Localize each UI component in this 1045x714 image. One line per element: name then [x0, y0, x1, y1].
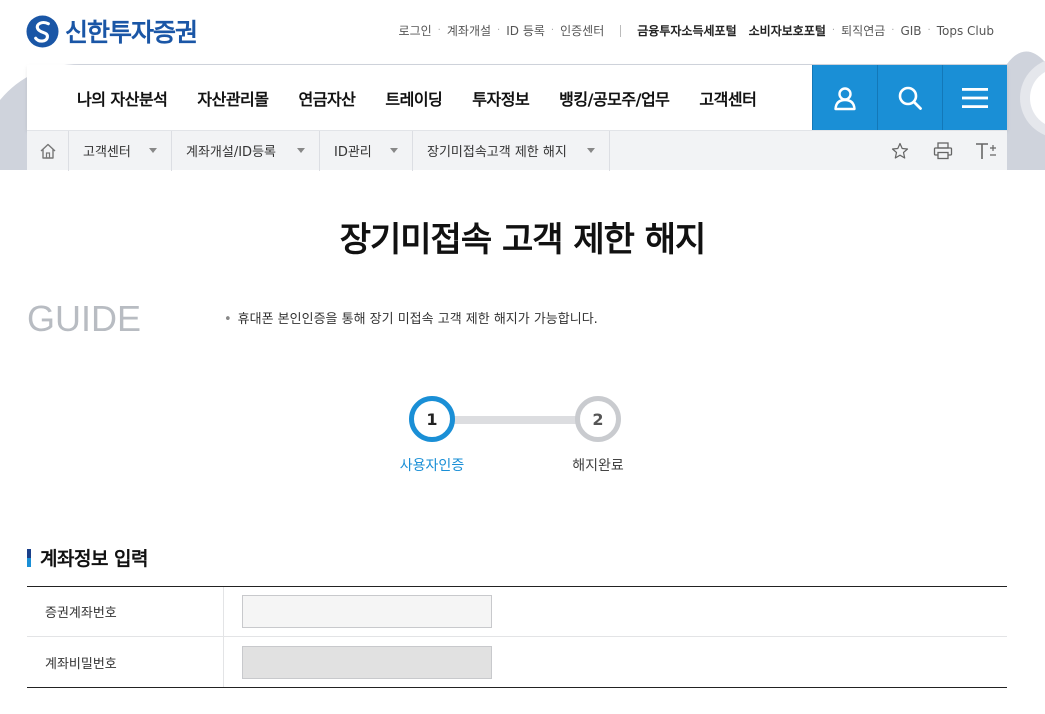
home-icon — [40, 143, 55, 159]
form-row: 증권계좌번호 — [27, 587, 1007, 637]
nav-invest-info[interactable]: 투자정보 — [472, 86, 529, 110]
breadcrumb: 고객센터 계좌개설/ID등록 ID관리 장기미접속고객 제한 해지 — [27, 130, 1007, 171]
bullet-icon: • — [224, 312, 232, 327]
util-login[interactable]: 로그인 — [393, 22, 438, 39]
util-gib[interactable]: GIB — [894, 24, 927, 38]
chevron-down-icon — [297, 148, 305, 153]
util-pension[interactable]: 퇴직연금 — [835, 22, 891, 39]
util-consumer-portal[interactable]: 소비자보호포털 — [743, 22, 832, 39]
chevron-down-icon — [587, 148, 595, 153]
menu-icon — [962, 87, 988, 108]
nav-banking[interactable]: 뱅킹/공모주/업무 — [559, 86, 670, 110]
breadcrumb-label: 계좌개설/ID등록 — [186, 145, 276, 160]
util-cert-center[interactable]: 인증센터 — [554, 22, 610, 39]
util-account-open[interactable]: 계좌개설 — [441, 22, 497, 39]
step-2-label: 해지완료 — [572, 458, 624, 474]
account-password-label: 계좌비밀번호 — [27, 637, 224, 687]
account-number-input[interactable] — [242, 595, 492, 628]
star-icon — [891, 142, 908, 159]
nav-asset-analysis[interactable]: 나의 자산분석 — [77, 86, 168, 110]
section-title: 계좌정보 입력 — [27, 544, 149, 571]
chevron-down-icon — [390, 148, 398, 153]
menu-button[interactable] — [942, 65, 1007, 130]
account-password-input[interactable] — [242, 645, 492, 679]
nav-pension[interactable]: 연금자산 — [299, 86, 356, 110]
print-icon — [933, 142, 952, 160]
favorite-button[interactable] — [878, 131, 921, 171]
home-button[interactable] — [27, 130, 69, 171]
step-1-circle: 1 — [409, 396, 455, 442]
search-button[interactable] — [877, 65, 942, 130]
section-title-text: 계좌정보 입력 — [40, 548, 149, 570]
guide-text: • 휴대폰 본인인증을 통해 장기 미접속 고객 제한 해지가 가능합니다. — [224, 308, 598, 327]
logo[interactable]: 신한투자증권 — [26, 13, 198, 49]
util-tops-club[interactable]: Tops Club — [931, 24, 1000, 38]
user-icon — [834, 86, 856, 110]
breadcrumb-item-current[interactable]: 장기미접속고객 제한 해지 — [413, 130, 610, 171]
breadcrumb-item-account-open[interactable]: 계좌개설/ID등록 — [172, 130, 320, 171]
step-indicator: 1 2 사용자인증 해지완료 — [0, 396, 1045, 476]
utility-nav: 로그인 · 계좌개설 · ID 등록 · 인증센터 금융투자소득세포털 소비자보호포털… — [393, 22, 1000, 39]
guide-description: 휴대폰 본인인증을 통해 장기 미접속 고객 제한 해지가 가능합니다. — [237, 312, 598, 327]
step-1-label: 사용자인증 — [399, 458, 465, 474]
breadcrumb-item-customer-center[interactable]: 고객센터 — [69, 130, 172, 171]
page-title: 장기미접속 고객 제한 해지 — [339, 220, 707, 260]
chevron-down-icon — [149, 148, 157, 153]
nav-customer-center[interactable]: 고객센터 — [699, 86, 756, 110]
shinhan-logo-icon — [26, 14, 59, 48]
nav-asset-mall[interactable]: 자산관리몰 — [197, 86, 269, 110]
guide-label: GUIDE — [27, 298, 142, 339]
text-size-icon — [975, 143, 996, 159]
util-divider — [620, 24, 622, 37]
nav-trading[interactable]: 트레이딩 — [385, 86, 442, 110]
user-button[interactable] — [812, 65, 877, 130]
text-size-button[interactable] — [964, 131, 1007, 171]
breadcrumb-label: 고객센터 — [83, 145, 131, 160]
breadcrumb-label: ID관리 — [334, 145, 372, 160]
section-bar-icon — [27, 548, 31, 567]
util-tax-portal[interactable]: 금융투자소득세포털 — [631, 22, 742, 39]
form-row: 계좌비밀번호 — [27, 637, 1007, 687]
print-button[interactable] — [921, 131, 964, 171]
step-2-circle: 2 — [575, 396, 621, 442]
main-nav: 나의 자산분석 자산관리몰 연금자산 트레이딩 투자정보 뱅킹/공모주/업무 고… — [27, 65, 1007, 130]
brand-name: 신한투자증권 — [65, 18, 198, 47]
breadcrumb-label: 장기미접속고객 제한 해지 — [427, 145, 567, 160]
breadcrumb-item-id-manage[interactable]: ID관리 — [320, 130, 413, 171]
step-connector — [432, 416, 597, 424]
account-form: 증권계좌번호 계좌비밀번호 — [27, 586, 1007, 688]
account-number-label: 증권계좌번호 — [27, 587, 224, 636]
search-icon — [898, 86, 922, 110]
util-id-register[interactable]: ID 등록 — [500, 22, 551, 39]
